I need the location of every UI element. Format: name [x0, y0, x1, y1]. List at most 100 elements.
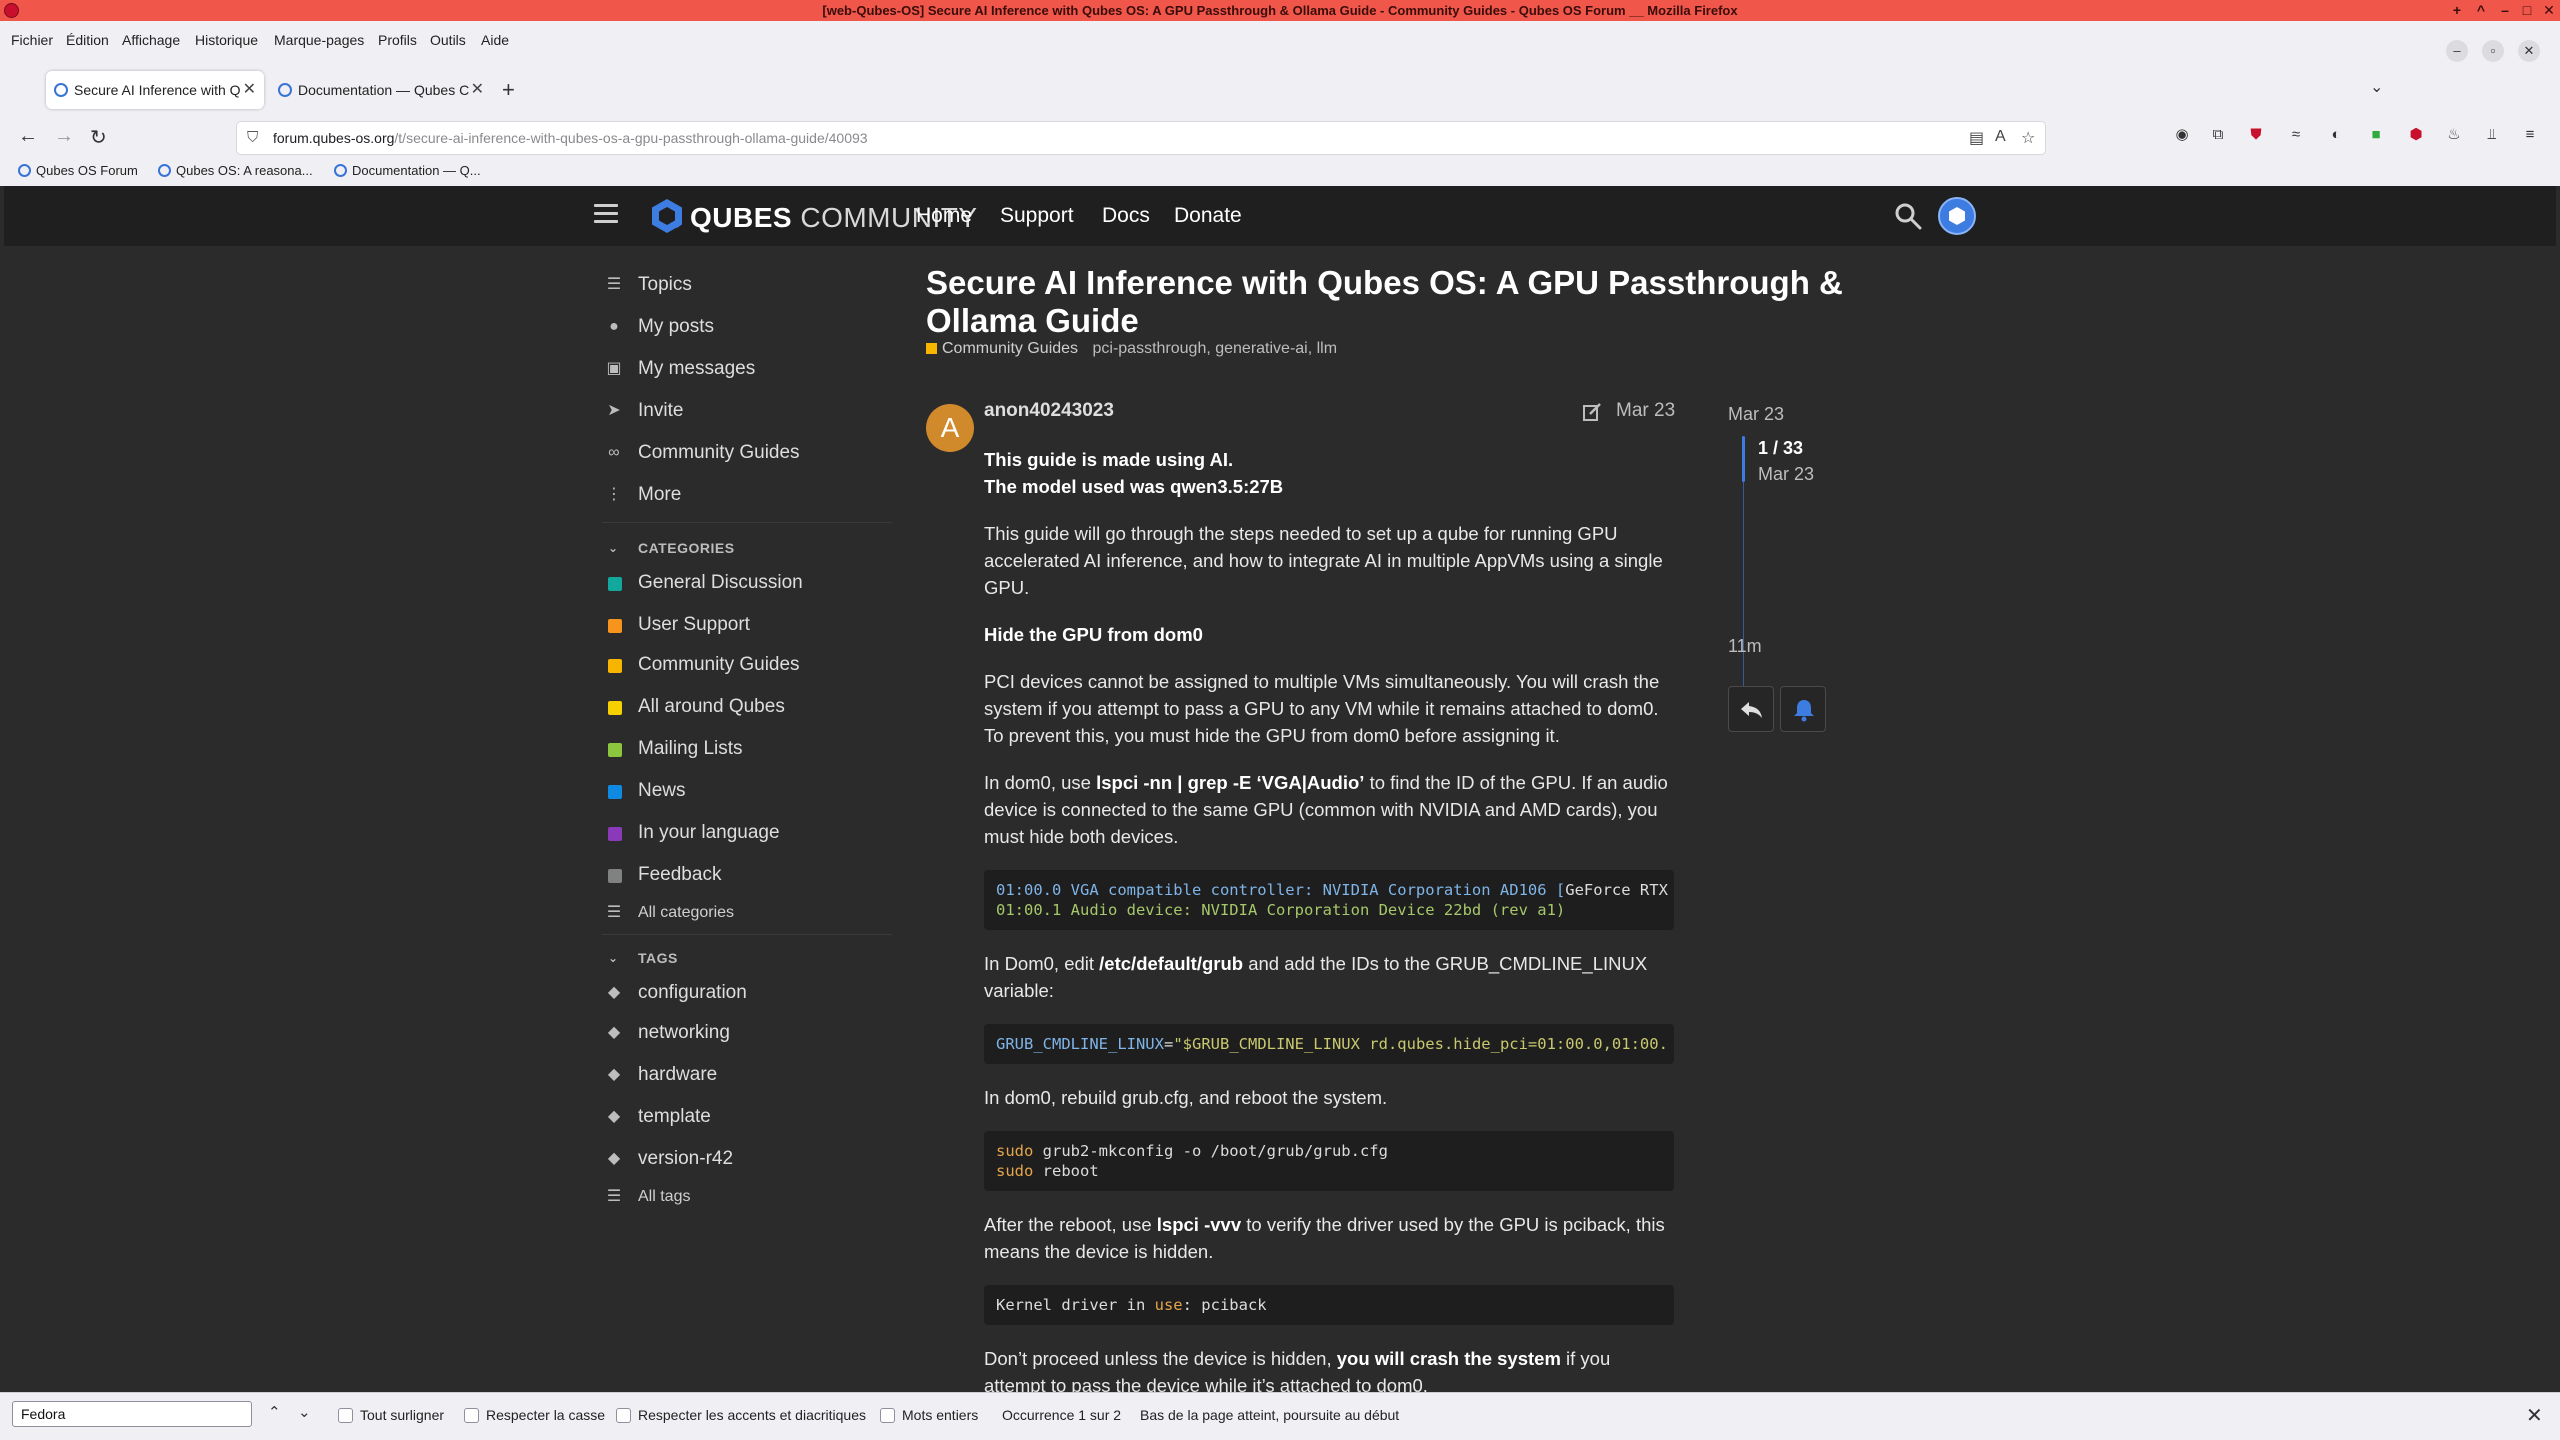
timeline-start-date[interactable]: Mar 23: [1728, 404, 1784, 425]
account-icon[interactable]: ◉: [2172, 125, 2192, 145]
menu-outils[interactable]: Outils: [430, 32, 466, 48]
restore-icon[interactable]: ▫: [2482, 40, 2504, 62]
sidebar-item-community-guides[interactable]: ∞ Community Guides: [602, 438, 892, 468]
sidebar-tag-version-r42[interactable]: ◆ version-r42: [602, 1144, 892, 1174]
extensions-icon[interactable]: ⧉: [2208, 125, 2228, 145]
find-next-icon[interactable]: ⌄: [298, 1403, 311, 1421]
post-date[interactable]: Mar 23: [1616, 400, 1675, 422]
menu-profils[interactable]: Profils: [378, 32, 417, 48]
tags-heading[interactable]: ⌄ TAGS: [602, 946, 678, 970]
bookmark-documentation[interactable]: Documentation — Q...: [334, 163, 481, 178]
sidebar-category-general-discussion[interactable]: General Discussion: [602, 568, 892, 598]
nav-support[interactable]: Support: [1000, 204, 1074, 228]
close-window-button[interactable]: ✕: [2538, 0, 2560, 21]
reply-button[interactable]: [1728, 686, 1774, 732]
topic-tags[interactable]: pci-passthrough, generative-ai, llm: [1093, 340, 1338, 357]
bookmark-star-icon[interactable]: ☆: [2021, 128, 2035, 148]
close-icon[interactable]: ✕: [2518, 40, 2540, 62]
translate-icon[interactable]: A: [1995, 128, 2006, 146]
ublock-shield-icon[interactable]: ⛊: [2246, 125, 2266, 145]
sidebar-tag-hardware[interactable]: ◆ hardware: [602, 1060, 892, 1090]
back-icon[interactable]: ←: [18, 125, 38, 148]
topic-title[interactable]: Secure AI Inference with Qubes OS: A GPU…: [926, 264, 1866, 340]
shade-icon[interactable]: ^: [2470, 0, 2492, 21]
sidebar-tag-configuration[interactable]: ◆ configuration: [602, 978, 892, 1008]
address-bar[interactable]: ⛉ forum.qubes-os.org/t/secure-ai-inferen…: [236, 121, 2046, 155]
timeline-handle[interactable]: [1742, 436, 1745, 482]
sidebar-category-community-guides[interactable]: Community Guides: [602, 650, 892, 680]
sidebar-all-tags[interactable]: ☰ All tags: [602, 1182, 892, 1212]
reader-view-icon[interactable]: ▤: [1969, 128, 1984, 148]
app-menu-icon[interactable]: ≡: [2520, 125, 2540, 145]
post-avatar[interactable]: A: [926, 404, 974, 452]
find-input[interactable]: [12, 1401, 252, 1427]
tab-documentation[interactable]: Documentation — Qubes C ✕: [270, 71, 492, 109]
checkbox-box[interactable]: [880, 1408, 895, 1423]
pin-icon[interactable]: +: [2446, 0, 2468, 21]
categories-heading[interactable]: ⌄ CATEGORIES: [602, 536, 735, 560]
match-diacritics-checkbox[interactable]: Respecter les accents et diacritiques: [616, 1407, 866, 1423]
sidebar-tag-networking[interactable]: ◆ networking: [602, 1018, 892, 1048]
code-block[interactable]: GRUB_CMDLINE_LINUX="$GRUB_CMDLINE_LINUX …: [984, 1024, 1674, 1064]
code-block[interactable]: Kernel driver in use: pciback: [984, 1285, 1674, 1325]
extension-flame-icon[interactable]: ♨: [2444, 125, 2464, 145]
sidebar-category-feedback[interactable]: Feedback: [602, 860, 892, 890]
timeline-end-label[interactable]: 11m: [1728, 636, 1762, 657]
sidebar-category-mailing-lists[interactable]: Mailing Lists: [602, 734, 892, 764]
extension-bar-icon[interactable]: ⫫: [2482, 125, 2502, 145]
menu-aide[interactable]: Aide: [481, 32, 509, 48]
nav-docs[interactable]: Docs: [1102, 204, 1150, 228]
bookmark-qubes-forum[interactable]: Qubes OS Forum: [18, 163, 138, 178]
sidebar-all-categories[interactable]: ☰ All categories: [602, 898, 892, 928]
minimize-window-button[interactable]: –: [2494, 0, 2516, 21]
extension-circle-icon[interactable]: ◐: [2326, 125, 2346, 145]
menu-fichier[interactable]: Fichier: [11, 32, 53, 48]
menu-edition[interactable]: Édition: [66, 32, 109, 48]
close-tab-icon[interactable]: ✕: [471, 71, 484, 109]
edit-history-icon[interactable]: [1582, 402, 1602, 422]
reload-icon[interactable]: ↻: [90, 125, 107, 150]
list-all-tabs-icon[interactable]: ⌄: [2370, 77, 2383, 97]
extension-red-badge-icon[interactable]: ⬢: [2406, 125, 2426, 145]
close-tab-icon[interactable]: ✕: [243, 71, 256, 109]
minimize-icon[interactable]: –: [2446, 40, 2468, 62]
extension-green-icon[interactable]: ■: [2366, 125, 2386, 145]
sidebar-category-all-around-qubes[interactable]: All around Qubes: [602, 692, 892, 722]
forward-icon[interactable]: →: [54, 125, 74, 148]
nav-home[interactable]: Home: [916, 204, 972, 228]
menu-marque-pages[interactable]: Marque-pages: [274, 32, 364, 48]
sidebar-item-more[interactable]: ⋮ More: [602, 480, 892, 510]
topic-category-badge[interactable]: Community Guides: [926, 340, 1078, 357]
match-case-checkbox[interactable]: Respecter la casse: [464, 1407, 605, 1423]
post-username[interactable]: anon40243023: [984, 400, 1114, 422]
maximize-window-button[interactable]: □: [2516, 0, 2538, 21]
menu-historique[interactable]: Historique: [195, 32, 258, 48]
new-tab-icon[interactable]: +: [502, 77, 515, 103]
code-block[interactable]: sudo grub2-mkconfig -o /boot/grub/grub.c…: [984, 1131, 1674, 1191]
notifications-button[interactable]: [1780, 686, 1826, 732]
menu-affichage[interactable]: Affichage: [122, 32, 180, 48]
highlight-all-checkbox[interactable]: Tout surligner: [338, 1407, 444, 1423]
close-find-bar-icon[interactable]: ✕: [2526, 1403, 2543, 1428]
code-block[interactable]: 01:00.0 VGA compatible controller: NVIDI…: [984, 870, 1674, 930]
site-info-icon[interactable]: ⛉: [247, 129, 258, 146]
extension-badger-icon[interactable]: ≈: [2286, 125, 2306, 145]
search-icon[interactable]: [1894, 202, 1922, 230]
user-avatar[interactable]: [1938, 197, 1976, 235]
sidebar-category-user-support[interactable]: User Support: [602, 610, 892, 640]
find-previous-icon[interactable]: ⌃: [268, 1403, 281, 1421]
sidebar-item-my-posts[interactable]: ● My posts: [602, 312, 892, 342]
sidebar-item-my-messages[interactable]: ▣ My messages: [602, 354, 892, 384]
tab-secure-ai[interactable]: Secure AI Inference with Q ✕: [46, 71, 264, 109]
sidebar-category-in-your-language[interactable]: In your language: [602, 818, 892, 848]
nav-donate[interactable]: Donate: [1174, 204, 1242, 228]
checkbox-box[interactable]: [338, 1408, 353, 1423]
hamburger-menu-icon[interactable]: [594, 204, 618, 224]
bookmark-qubes-reasonable[interactable]: Qubes OS: A reasona...: [158, 163, 313, 178]
sidebar-category-news[interactable]: News: [602, 776, 892, 806]
checkbox-box[interactable]: [464, 1408, 479, 1423]
sidebar-tag-template[interactable]: ◆ template: [602, 1102, 892, 1132]
whole-words-checkbox[interactable]: Mots entiers: [880, 1407, 978, 1423]
url-text[interactable]: forum.qubes-os.org/t/secure-ai-inference…: [273, 130, 868, 146]
timeline-track[interactable]: [1743, 482, 1744, 700]
